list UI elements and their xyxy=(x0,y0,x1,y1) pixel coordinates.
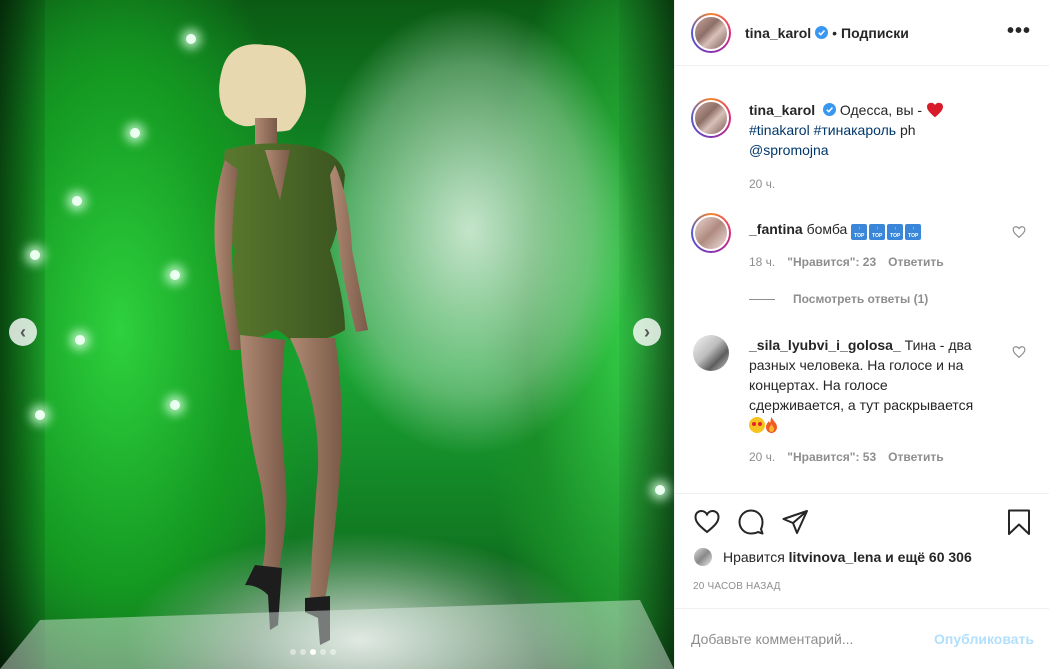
caption-suffix: ph xyxy=(896,122,916,138)
share-paper-plane-icon[interactable] xyxy=(781,508,809,536)
commenter-avatar[interactable] xyxy=(691,213,731,253)
next-slide-button[interactable]: › xyxy=(633,318,661,346)
comment-text: бомба xyxy=(806,221,848,237)
slide-indicator xyxy=(290,649,336,655)
slide-dot xyxy=(300,649,306,655)
caption-username[interactable]: tina_karol xyxy=(749,102,815,118)
likes-prefix: Нравится xyxy=(723,549,785,565)
save-bookmark-icon[interactable] xyxy=(1005,508,1033,536)
publish-button[interactable]: Опубликовать xyxy=(934,631,1034,647)
like-comment-heart-icon[interactable] xyxy=(1012,225,1026,239)
comment-bubble-icon[interactable] xyxy=(737,508,765,536)
verified-badge-icon xyxy=(815,26,829,39)
view-replies-label: Посмотреть ответы (1) xyxy=(793,292,929,306)
comment-time[interactable]: 18 ч. xyxy=(749,252,775,272)
commenter-avatar[interactable] xyxy=(693,335,729,371)
post-sidebar: tina_karol • Подписки ••• tina_karol Оде… xyxy=(674,0,1049,669)
caption-mention[interactable]: @spromojna xyxy=(749,142,829,158)
caption-avatar[interactable] xyxy=(691,98,731,138)
slide-dot xyxy=(320,649,326,655)
performer-figure xyxy=(0,44,674,669)
likes-summary: Нравится litvinova_lena и ещё 60 306 xyxy=(693,547,972,567)
comments-list: tina_karol Одесса, вы - #tinakarol #тина… xyxy=(675,67,1049,493)
author-avatar[interactable] xyxy=(691,12,731,53)
view-replies-button[interactable]: Посмотреть ответы (1) xyxy=(749,292,928,306)
likes-rest[interactable]: и ещё 60 306 xyxy=(885,549,972,565)
add-comment-bar: Опубликовать xyxy=(675,608,1049,669)
previous-slide-button[interactable]: ‹ xyxy=(9,318,37,346)
replies-divider-line xyxy=(749,298,775,300)
caption-text: Одесса, вы - xyxy=(839,102,926,118)
fire-emoji-icon xyxy=(766,417,777,433)
top-arrow-emoji-icon: ↑ TOP xyxy=(851,224,868,240)
like-heart-icon[interactable] xyxy=(693,508,721,536)
header-separator: • xyxy=(832,24,838,41)
verified-badge-icon xyxy=(823,103,837,116)
slide-dot xyxy=(330,649,336,655)
comment-time[interactable]: 20 ч. xyxy=(749,447,775,467)
post-photo[interactable]: ‹ › xyxy=(0,0,674,669)
liker-username[interactable]: litvinova_lena xyxy=(789,549,882,565)
post-timestamp[interactable]: 20 ЧАСОВ НАЗАД xyxy=(693,581,781,592)
post-header: tina_karol • Подписки ••• xyxy=(675,0,1049,66)
comment-likes-count[interactable]: "Нравится": 53 xyxy=(787,447,876,467)
like-comment-heart-icon[interactable] xyxy=(1012,345,1026,359)
star-struck-emoji-icon xyxy=(749,417,765,433)
author-username[interactable]: tina_karol xyxy=(745,25,811,41)
red-heart-emoji-icon xyxy=(926,102,943,118)
caption-time[interactable]: 20 ч. xyxy=(749,174,775,194)
liker-avatar[interactable] xyxy=(693,547,713,567)
more-options-icon[interactable]: ••• xyxy=(1007,20,1031,43)
post-actions xyxy=(675,493,1049,543)
caption-hashtags[interactable]: #tinakarol #тинакароль xyxy=(749,122,896,138)
comment-likes-count[interactable]: "Нравится": 23 xyxy=(787,252,876,272)
following-button[interactable]: Подписки xyxy=(841,25,909,41)
top-arrow-emoji-icon: ↑ TOP xyxy=(887,224,904,240)
top-arrow-emoji-icon: ↑ TOP xyxy=(905,224,922,240)
comment-username[interactable]: _sila_lyubvi_i_golosa_ xyxy=(749,337,901,353)
slide-dot xyxy=(290,649,296,655)
slide-dot-active xyxy=(310,649,316,655)
reply-button[interactable]: Ответить xyxy=(888,447,943,467)
comment-input[interactable] xyxy=(691,631,935,647)
reply-button[interactable]: Ответить xyxy=(888,252,943,272)
top-arrow-emoji-icon: ↑ TOP xyxy=(869,224,886,240)
comment-username[interactable]: _fantina xyxy=(749,221,803,237)
